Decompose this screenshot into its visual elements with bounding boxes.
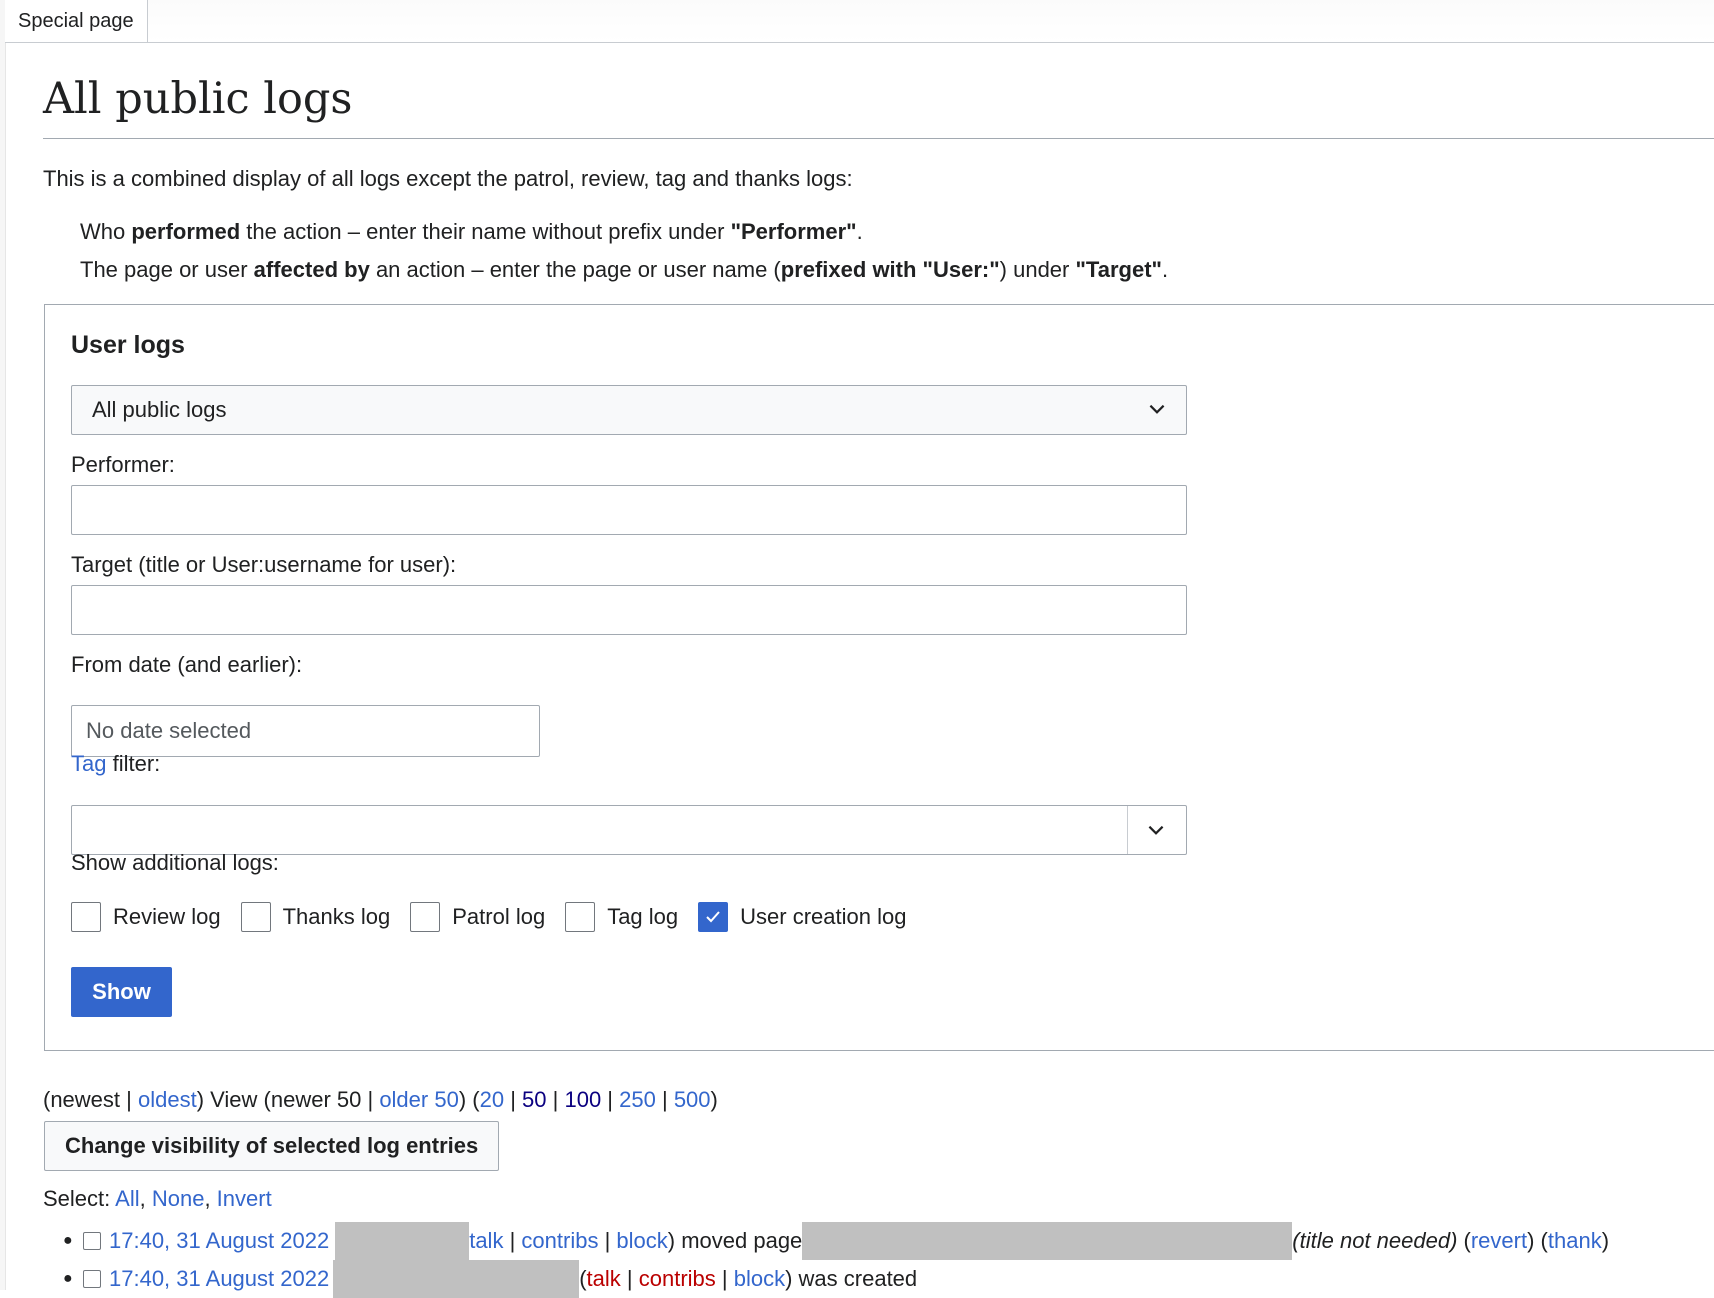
page-title: All public logs [43,74,1714,139]
tag-filter-select[interactable] [71,805,1187,855]
intro-list: Who performed the action – enter their n… [80,213,1168,289]
target-input[interactable] [71,585,1187,635]
pagination-nav: (newest | oldest) View (newer 50 | older… [43,1087,718,1112]
tab-bar: Special page [5,0,1714,43]
older-50-link[interactable]: older 50 [379,1087,459,1112]
limit-50-link[interactable]: 50 [522,1087,546,1112]
checkbox-box[interactable] [565,902,596,932]
entry-checkbox[interactable] [83,1270,101,1288]
thank-link[interactable]: thank [1548,1228,1602,1254]
form-legend: User logs [71,331,185,359]
redacted-username [335,1222,470,1260]
limit-500-link[interactable]: 500 [674,1087,711,1112]
bullet: ● [63,1232,73,1249]
user-contribs-link[interactable]: contribs [521,1228,598,1254]
bullet: ● [63,1270,73,1287]
edit-comment: (title not needed) [1292,1228,1458,1253]
log-type-selected-value: All public logs [92,397,227,422]
limit-20-link[interactable]: 20 [480,1087,504,1112]
checkbox-thanks-log[interactable]: Thanks log [240,902,390,932]
checkbox-patrol-log[interactable]: Patrol log [410,902,545,932]
checkbox-box[interactable] [71,902,101,932]
checkmark-icon [706,911,720,923]
performer-label: Performer: [71,452,175,477]
target-label: Target (title or User:username for user)… [71,552,457,577]
user-logs-form: User logs All public logs Performer: Tar… [44,304,1714,1051]
oldest-link[interactable]: oldest [138,1087,197,1112]
limit-250-link[interactable]: 250 [619,1087,656,1112]
checkbox-box[interactable] [240,902,271,932]
user-block-link[interactable]: block [616,1228,667,1254]
checkbox-box[interactable] [410,902,441,932]
log-entries: ● 17:40, 31 August 2022 talk | contribs … [63,1222,1714,1298]
revert-link[interactable]: revert [1471,1228,1527,1254]
select-controls: Select: All, None, Invert [43,1186,272,1211]
performer-input[interactable] [71,485,1187,535]
redacted-page-titles [802,1222,1293,1260]
intro-item-target: The page or user affected by an action –… [80,257,1169,282]
limit-100-link[interactable]: 100 [564,1087,601,1112]
date-label: From date (and earlier): [71,652,303,677]
tag-filter-label: Tag filter: [71,751,161,776]
left-rail [0,0,6,1290]
entry-checkbox[interactable] [83,1232,101,1250]
select-none-link[interactable]: None [152,1186,205,1211]
user-talk-link[interactable]: talk [469,1228,503,1254]
checkbox-box-checked[interactable] [698,902,729,932]
user-contribs-link[interactable]: contribs [639,1266,716,1292]
user-block-link[interactable]: block [734,1266,785,1292]
log-entry: ● 17:40, 31 August 2022 (talk | contribs… [63,1260,1714,1298]
entry-timestamp-link[interactable]: 17:40, 31 August 2022 [109,1228,329,1254]
select-all-link[interactable]: All [115,1186,139,1211]
additional-logs-checkboxes: Review log Thanks log Patrol log Tag log… [71,900,926,934]
tag-help-link[interactable]: Tag [71,751,106,776]
intro-text: This is a combined display of all logs e… [43,166,853,191]
checkbox-review-log[interactable]: Review log [71,902,221,932]
tab-special-page[interactable]: Special page [5,0,148,42]
chevron-down-icon [1148,825,1164,835]
date-picker-input[interactable]: No date selected [71,705,540,757]
intro-item-performer: Who performed the action – enter their n… [80,219,863,244]
additional-logs-label: Show additional logs: [71,850,279,875]
chevron-down-icon [1149,404,1165,414]
show-button[interactable]: Show [71,967,172,1017]
checkbox-tag-log[interactable]: Tag log [565,902,678,932]
checkbox-user-creation-log[interactable]: User creation log [698,902,906,932]
entry-timestamp-link[interactable]: 17:40, 31 August 2022 [109,1266,329,1292]
select-invert-link[interactable]: Invert [217,1186,272,1211]
redacted-username [333,1260,580,1298]
change-visibility-button[interactable]: Change visibility of selected log entrie… [44,1121,500,1171]
log-type-select[interactable]: All public logs [71,385,1187,435]
tag-filter-dropdown-handle[interactable] [1127,806,1186,854]
user-talk-link[interactable]: talk [587,1266,621,1292]
log-entry: ● 17:40, 31 August 2022 talk | contribs … [63,1222,1714,1260]
